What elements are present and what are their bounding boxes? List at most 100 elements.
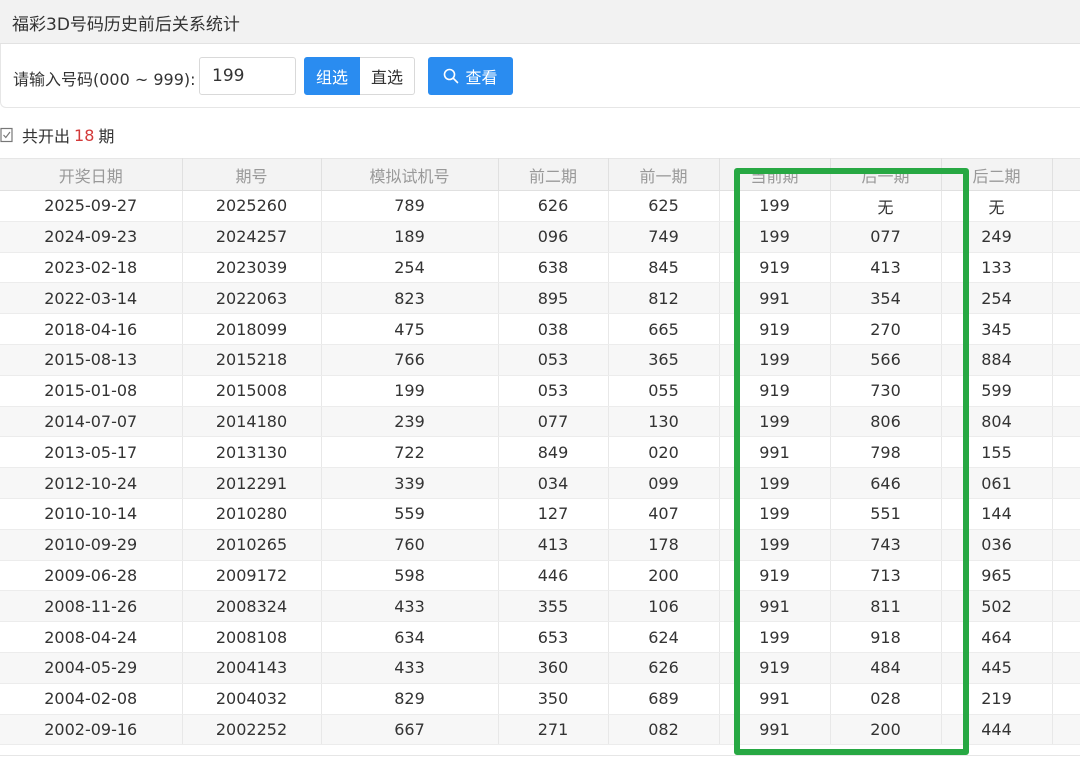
extra-cell — [1052, 313, 1080, 345]
current-cell: 919 — [719, 375, 831, 407]
prev2-cell: 849 — [498, 436, 609, 469]
extra-cell — [1052, 344, 1080, 376]
current-cell: 199 — [719, 529, 831, 561]
table-row: 2015-08-13 2015218 766 053 365 199 566 884 — [0, 344, 1080, 376]
col-header-test-number[interactable]: 模拟试机号 — [321, 158, 499, 191]
issue-cell: 2010265 — [182, 529, 322, 561]
extra-cell — [1052, 406, 1080, 438]
test-number-cell: 667 — [321, 714, 499, 746]
extra-cell — [1052, 621, 1080, 653]
prev1-cell: 130 — [608, 406, 720, 438]
issue-cell: 2025260 — [182, 190, 322, 222]
next1-cell: 811 — [830, 590, 942, 623]
test-number-cell: 559 — [321, 498, 499, 530]
current-cell: 991 — [719, 714, 831, 746]
table-row: 2004-05-29 2004143 433 360 626 919 484 445 — [0, 652, 1080, 684]
next1-cell: 646 — [830, 467, 942, 499]
test-number-cell: 722 — [321, 436, 499, 469]
number-input[interactable] — [199, 57, 296, 95]
issue-cell: 2004032 — [182, 683, 322, 715]
current-cell: 199 — [719, 621, 831, 653]
col-header-prev1[interactable]: 前一期 — [608, 158, 720, 191]
next2-cell: 464 — [941, 621, 1053, 653]
prev2-cell: 038 — [498, 313, 609, 345]
col-header-date[interactable]: 开奖日期 — [0, 158, 183, 191]
extra-cell — [1052, 498, 1080, 530]
history-table: 开奖日期 期号 模拟试机号 前二期 前一期 当前期 后一期 后二期 2025-0… — [0, 158, 1080, 746]
prev1-cell: 106 — [608, 590, 720, 623]
date-cell: 2009-06-28 — [0, 560, 183, 592]
query-button[interactable]: 查看 — [428, 57, 513, 95]
extra-cell — [1052, 282, 1080, 315]
prev2-cell: 127 — [498, 498, 609, 530]
prev2-cell: 653 — [498, 621, 609, 653]
date-cell: 2024-09-23 — [0, 221, 183, 253]
next1-cell: 077 — [830, 221, 942, 253]
prev2-cell: 053 — [498, 344, 609, 376]
issue-cell: 2015008 — [182, 375, 322, 407]
next2-cell: 254 — [941, 282, 1053, 315]
prev1-cell: 407 — [608, 498, 720, 530]
col-header-next2[interactable]: 后二期 — [941, 158, 1053, 191]
test-number-cell: 433 — [321, 590, 499, 623]
table-row: 2025-09-27 2025260 789 626 625 199 无无 — [0, 190, 1080, 222]
extra-cell — [1052, 375, 1080, 407]
next1-cell: 713 — [830, 560, 942, 592]
current-cell: 199 — [719, 467, 831, 499]
next1-cell: 566 — [830, 344, 942, 376]
test-number-cell: 339 — [321, 467, 499, 499]
next2-cell: 445 — [941, 652, 1053, 684]
next2-cell: 345 — [941, 313, 1053, 345]
col-header-current[interactable]: 当前期 — [719, 158, 831, 191]
header-row: 开奖日期 期号 模拟试机号 前二期 前一期 当前期 后一期 后二期 — [0, 158, 1080, 191]
table-row: 2015-01-08 2015008 199 053 055 919 730 599 — [0, 375, 1080, 407]
test-number-cell: 433 — [321, 652, 499, 684]
query-button-label: 查看 — [465, 68, 498, 87]
current-cell: 991 — [719, 683, 831, 715]
issue-cell: 2004143 — [182, 652, 322, 684]
prev1-cell: 845 — [608, 252, 720, 284]
next1-cell: 无 — [830, 190, 942, 222]
prev2-cell: 638 — [498, 252, 609, 284]
next2-cell: 502 — [941, 590, 1053, 623]
table-row: 2024-09-23 2024257 189 096 749 199 077 249 — [0, 221, 1080, 253]
extra-cell — [1052, 436, 1080, 469]
title-bar: 福彩3D号码历史前后关系统计 — [0, 0, 1080, 44]
direct-select-button[interactable]: 直选 — [360, 57, 415, 95]
prev1-cell: 812 — [608, 282, 720, 315]
current-cell: 919 — [719, 652, 831, 684]
prev1-cell: 624 — [608, 621, 720, 653]
test-number-cell: 189 — [321, 221, 499, 253]
prev1-cell: 665 — [608, 313, 720, 345]
group-select-button[interactable]: 组选 — [304, 57, 360, 95]
col-header-next1[interactable]: 后一期 — [830, 158, 942, 191]
col-header-issue[interactable]: 期号 — [182, 158, 322, 191]
result-summary: 共开出 18 期 — [0, 124, 114, 146]
next1-cell: 270 — [830, 313, 942, 345]
date-cell: 2023-02-18 — [0, 252, 183, 284]
issue-cell: 2002252 — [182, 714, 322, 746]
current-cell: 991 — [719, 436, 831, 469]
table-row: 2010-10-14 2010280 559 127 407 199 551 144 — [0, 498, 1080, 530]
next1-cell: 354 — [830, 282, 942, 315]
table-row: 2004-02-08 2004032 829 350 689 991 028 219 — [0, 683, 1080, 715]
prev2-cell: 053 — [498, 375, 609, 407]
next2-cell: 249 — [941, 221, 1053, 253]
next1-cell: 730 — [830, 375, 942, 407]
prev2-cell: 350 — [498, 683, 609, 715]
next1-cell: 918 — [830, 621, 942, 653]
date-cell: 2014-07-07 — [0, 406, 183, 438]
prev2-cell: 360 — [498, 652, 609, 684]
table-row: 2023-02-18 2023039 254 638 845 919 413 133 — [0, 252, 1080, 284]
col-header-prev2[interactable]: 前二期 — [498, 158, 609, 191]
prev1-cell: 625 — [608, 190, 720, 222]
test-number-cell: 254 — [321, 252, 499, 284]
next2-cell: 036 — [941, 529, 1053, 561]
next1-cell: 200 — [830, 714, 942, 746]
date-cell: 2015-08-13 — [0, 344, 183, 376]
search-panel: 请输入号码(000 ~ 999): 组选 直选 查看 — [0, 44, 1080, 108]
issue-cell: 2008324 — [182, 590, 322, 623]
current-cell: 199 — [719, 221, 831, 253]
date-cell: 2008-04-24 — [0, 621, 183, 653]
test-number-cell: 829 — [321, 683, 499, 715]
